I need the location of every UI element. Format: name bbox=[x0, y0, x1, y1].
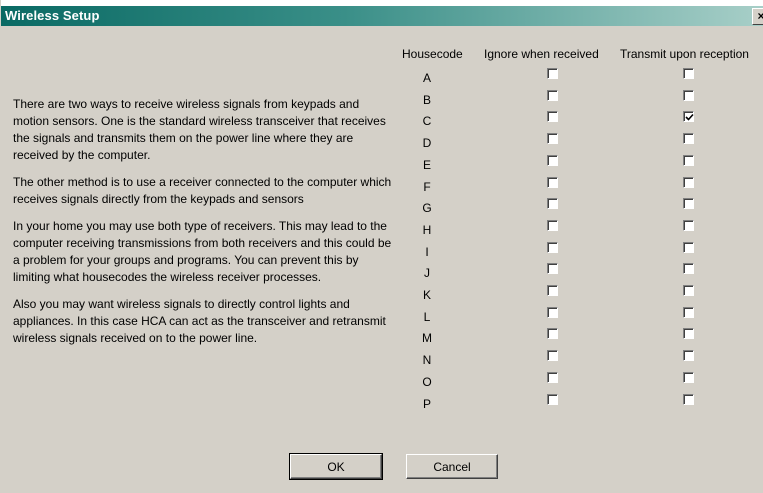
description-text: There are two ways to receive wireless s… bbox=[13, 96, 398, 357]
housecode-letter: J bbox=[424, 266, 430, 281]
housecode-letter: F bbox=[423, 179, 431, 194]
transmit-checkbox-m[interactable] bbox=[683, 328, 694, 340]
housecode-letter: H bbox=[422, 222, 432, 237]
transmit-checkbox-a[interactable] bbox=[683, 68, 694, 79]
transmit-checkbox-d[interactable] bbox=[683, 133, 694, 145]
housecode-letter: L bbox=[423, 309, 431, 324]
ignore-checkbox-j[interactable] bbox=[547, 263, 558, 275]
transmit-checkbox-p[interactable] bbox=[683, 393, 694, 405]
close-icon: × bbox=[757, 9, 763, 23]
housecode-letter: I bbox=[425, 244, 429, 259]
housecode-letter: A bbox=[422, 71, 431, 85]
ignore-checkbox-d[interactable] bbox=[547, 133, 558, 145]
housecode-letter: O bbox=[422, 374, 432, 389]
transmit-checkbox-e[interactable] bbox=[683, 154, 694, 166]
description-paragraph: In your home you may use both type of re… bbox=[13, 219, 392, 284]
cancel-button[interactable]: Cancel bbox=[406, 454, 498, 479]
housecode-letter: B bbox=[422, 92, 431, 107]
ignore-checkbox-n[interactable] bbox=[547, 350, 558, 362]
description-paragraph: The other method is to use a receiver co… bbox=[13, 175, 392, 206]
transmit-checkbox-j[interactable] bbox=[683, 263, 694, 275]
transmit-checkbox-g[interactable] bbox=[683, 198, 694, 210]
housecode-letter: N bbox=[422, 353, 432, 368]
ignore-checkbox-g[interactable] bbox=[547, 198, 558, 210]
checkmark-icon bbox=[685, 114, 694, 122]
ignore-checkbox-p[interactable] bbox=[547, 393, 558, 405]
window-title: Wireless Setup bbox=[5, 8, 100, 23]
housecode-letter: K bbox=[422, 288, 431, 302]
housecode-letter: C bbox=[422, 114, 432, 129]
ignore-checkbox-f[interactable] bbox=[547, 176, 558, 188]
housecode-column-header: Housecode bbox=[402, 47, 463, 61]
title-bar[interactable]: Wireless Setup × bbox=[1, 6, 763, 26]
ok-button[interactable]: OK bbox=[289, 453, 383, 480]
description-paragraph: There are two ways to receive wireless s… bbox=[13, 97, 386, 162]
transmit-checkbox-l[interactable] bbox=[683, 306, 694, 318]
transmit-column-header: Transmit upon reception bbox=[620, 47, 749, 61]
transmit-checkbox-c[interactable] bbox=[683, 111, 694, 123]
ignore-column-header: Ignore when received bbox=[484, 47, 599, 61]
housecode-letter: M bbox=[422, 331, 432, 346]
ignore-checkbox-h[interactable] bbox=[547, 219, 558, 231]
ignore-checkbox-o[interactable] bbox=[547, 371, 558, 383]
close-button[interactable]: × bbox=[752, 8, 763, 25]
wireless-setup-dialog: Wireless Setup × There are two ways to r… bbox=[0, 0, 763, 493]
transmit-checkbox-n[interactable] bbox=[683, 350, 694, 362]
ignore-checkbox-a[interactable] bbox=[547, 68, 558, 79]
transmit-checkbox-k[interactable] bbox=[683, 285, 694, 296]
ignore-checkbox-b[interactable] bbox=[547, 89, 558, 101]
housecode-letter: D bbox=[422, 136, 432, 151]
transmit-checkbox-b[interactable] bbox=[683, 89, 694, 101]
ignore-checkbox-e[interactable] bbox=[547, 154, 558, 166]
ignore-checkbox-l[interactable] bbox=[547, 306, 558, 318]
ignore-checkbox-k[interactable] bbox=[547, 285, 558, 296]
housecode-letter: E bbox=[422, 157, 431, 172]
transmit-checkbox-f[interactable] bbox=[683, 176, 694, 188]
transmit-checkbox-h[interactable] bbox=[683, 219, 694, 231]
ignore-checkbox-i[interactable] bbox=[547, 241, 558, 253]
transmit-checkbox-o[interactable] bbox=[683, 371, 694, 383]
transmit-checkbox-i[interactable] bbox=[683, 241, 694, 253]
ignore-checkbox-c[interactable] bbox=[547, 111, 558, 123]
housecode-letter: G bbox=[422, 201, 432, 216]
description-paragraph: Also you may want wireless signals to di… bbox=[13, 297, 386, 345]
housecode-letter: P bbox=[422, 396, 431, 411]
ignore-checkbox-m[interactable] bbox=[547, 328, 558, 340]
